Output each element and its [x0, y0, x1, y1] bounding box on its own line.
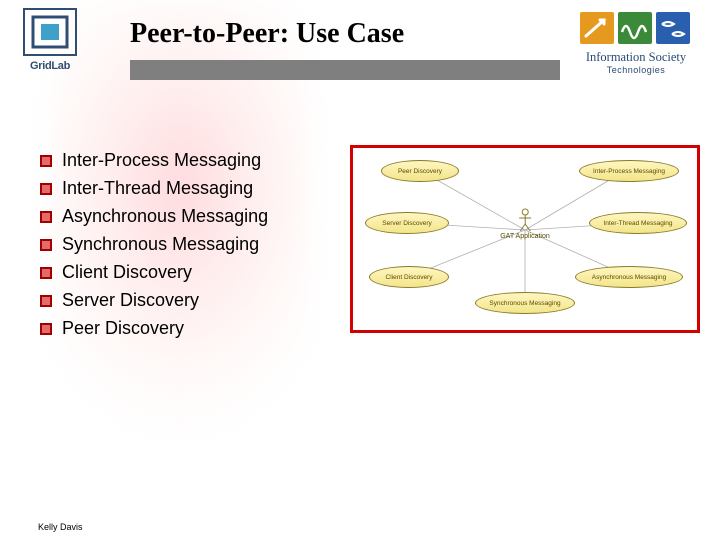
- usecase-label: Asynchronous Messaging: [592, 274, 666, 281]
- usecase-server-discovery: Server Discovery: [365, 212, 449, 234]
- bullet-text: Client Discovery: [62, 262, 192, 283]
- slide-footer: Kelly Davis: [38, 522, 83, 532]
- usecase-peer-discovery: Peer Discovery: [381, 160, 459, 182]
- bullet-list: Inter-Process Messaging Inter-Thread Mes…: [40, 150, 340, 346]
- bullet-text: Inter-Thread Messaging: [62, 178, 253, 199]
- bullet-text: Asynchronous Messaging: [62, 206, 268, 227]
- list-item: Inter-Process Messaging: [40, 150, 340, 171]
- usecase-label: Peer Discovery: [398, 168, 442, 175]
- bullet-icon: [40, 239, 52, 251]
- page-title: Peer-to-Peer: Use Case: [130, 18, 404, 50]
- usecase-sync-messaging: Synchronous Messaging: [475, 292, 575, 314]
- slide-body: Inter-Process Messaging Inter-Thread Mes…: [40, 150, 700, 510]
- gridlab-logo-label: GridLab: [14, 60, 86, 72]
- bullet-text: Inter-Process Messaging: [62, 150, 261, 171]
- slide-header: GridLab Peer-to-Peer: Use Case Informati…: [0, 0, 720, 100]
- bullet-text: Synchronous Messaging: [62, 234, 259, 255]
- title-underline-bar: [130, 60, 560, 80]
- usecase-inter-process: Inter-Process Messaging: [579, 160, 679, 182]
- diagram-actor: GAT Application: [500, 208, 550, 240]
- ist-logo: Information Society Technologies: [566, 8, 706, 75]
- list-item: Server Discovery: [40, 290, 340, 311]
- usecase-label: Client Discovery: [386, 274, 433, 281]
- gridlab-logo-icon: [23, 8, 77, 56]
- usecase-label: Synchronous Messaging: [489, 300, 560, 307]
- actor-icon: [518, 208, 532, 232]
- list-item: Client Discovery: [40, 262, 340, 283]
- bullet-icon: [40, 295, 52, 307]
- list-item: Peer Discovery: [40, 318, 340, 339]
- ist-logo-line2: Technologies: [566, 65, 706, 75]
- gridlab-logo: GridLab: [14, 8, 86, 72]
- ist-logo-icon: [576, 8, 696, 48]
- bullet-icon: [40, 323, 52, 335]
- usecase-label: Server Discovery: [382, 220, 431, 227]
- usecase-diagram: Peer Discovery Inter-Process Messaging S…: [350, 145, 700, 333]
- bullet-icon: [40, 155, 52, 167]
- usecase-inter-thread: Inter-Thread Messaging: [589, 212, 687, 234]
- bullet-icon: [40, 183, 52, 195]
- usecase-label: Inter-Process Messaging: [593, 168, 665, 175]
- bullet-icon: [40, 211, 52, 223]
- list-item: Asynchronous Messaging: [40, 206, 340, 227]
- bullet-text: Server Discovery: [62, 290, 199, 311]
- actor-label: GAT Application: [500, 233, 550, 240]
- list-item: Synchronous Messaging: [40, 234, 340, 255]
- ist-logo-line1: Information Society: [566, 50, 706, 65]
- bullet-icon: [40, 267, 52, 279]
- bullet-text: Peer Discovery: [62, 318, 184, 339]
- usecase-client-discovery: Client Discovery: [369, 266, 449, 288]
- usecase-async-messaging: Asynchronous Messaging: [575, 266, 683, 288]
- list-item: Inter-Thread Messaging: [40, 178, 340, 199]
- usecase-label: Inter-Thread Messaging: [603, 220, 672, 227]
